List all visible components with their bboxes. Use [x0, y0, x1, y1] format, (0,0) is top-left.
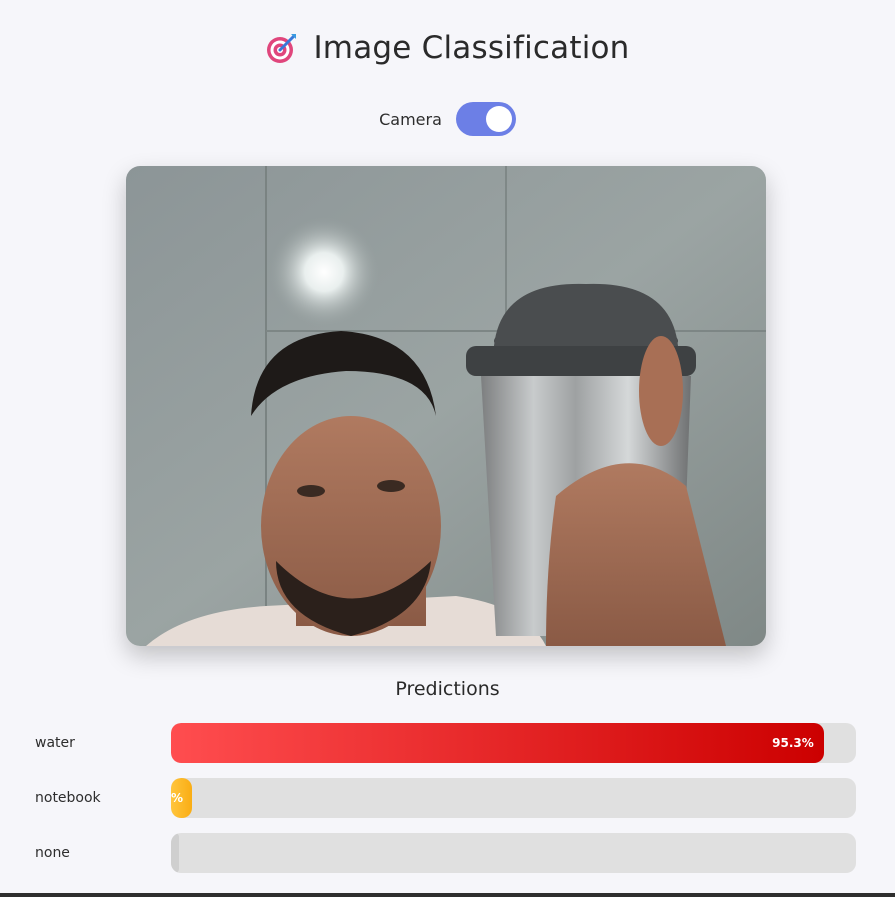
prediction-label: water: [35, 735, 75, 751]
prediction-bar-fill: %: [171, 778, 192, 818]
camera-toggle-label: Camera: [379, 109, 442, 129]
prediction-label: none: [35, 845, 70, 861]
prediction-percent: 95.3%: [772, 736, 814, 750]
predictions-title: Predictions: [395, 678, 500, 700]
prediction-row: water 95.3%: [35, 723, 856, 763]
prediction-bar-track: [171, 833, 856, 873]
prediction-row: none: [35, 833, 856, 873]
camera-feed: [126, 166, 766, 646]
page-title: Image Classification: [313, 30, 630, 66]
prediction-bar-track: %: [171, 778, 856, 818]
camera-toggle-row: Camera: [0, 102, 895, 136]
camera-toggle-switch[interactable]: [455, 102, 516, 136]
target-dart-icon: [267, 34, 297, 63]
prediction-bar-track: 95.3%: [171, 723, 856, 763]
prediction-percent: %: [171, 791, 184, 805]
camera-feed-image: [126, 166, 766, 646]
prediction-bar-fill: 95.3%: [171, 723, 824, 763]
toggle-knob: [485, 106, 512, 132]
prediction-row: notebook %: [35, 778, 856, 818]
prediction-label: notebook: [35, 790, 101, 806]
app-header: Image Classification: [0, 30, 895, 66]
prediction-bar-fill: [171, 833, 180, 873]
bottom-edge-bar: [0, 893, 895, 897]
